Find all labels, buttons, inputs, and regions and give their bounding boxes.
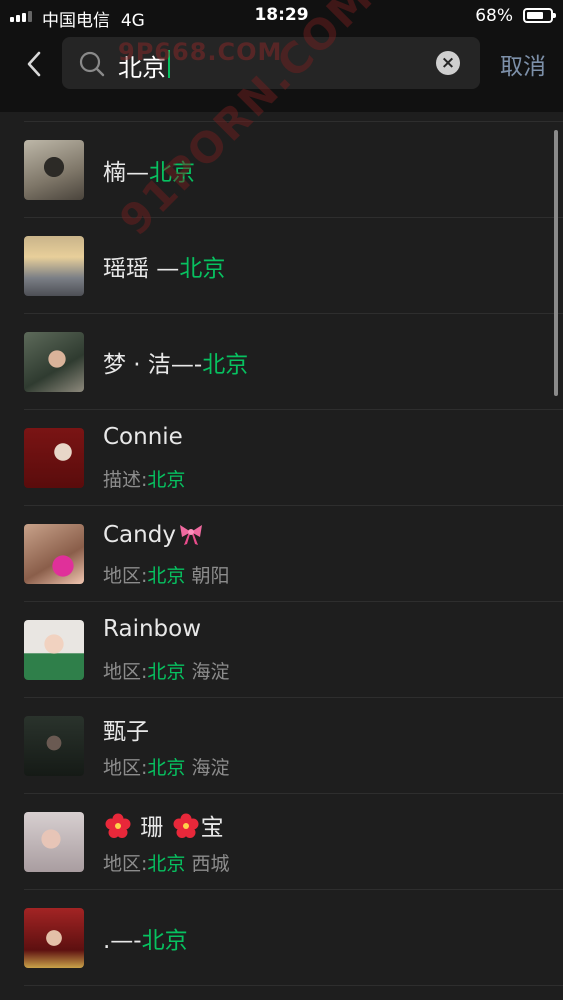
clear-icon[interactable]: × — [436, 51, 460, 75]
list-item[interactable]: Candy 地区:北京 朝阳 — [24, 506, 563, 602]
list-item[interactable]: Rainbow 地区:北京 海淀 — [24, 602, 563, 698]
list-item[interactable]: 瑶瑶 —北京 — [24, 218, 563, 314]
chevron-left-icon[interactable] — [20, 49, 50, 79]
avatar — [24, 236, 84, 296]
list-item[interactable]: 梦 · 洁—-北京 — [24, 314, 563, 410]
battery-percent: 68% — [475, 6, 513, 26]
contact-detail: 地区:北京 朝阳 — [103, 565, 230, 587]
hibiscus-emoji-icon — [105, 813, 131, 838]
avatar — [24, 812, 84, 872]
contact-detail: 地区:北京 海淀 — [103, 757, 230, 779]
search-icon — [79, 51, 105, 77]
avatar — [24, 428, 84, 488]
list-item[interactable]: 珊 宝地区:北京 西城 — [24, 794, 563, 890]
scrollbar[interactable] — [554, 130, 558, 396]
search-results-list[interactable]: 楠—北京瑶瑶 —北京梦 · 洁—-北京 Connie 描述:北京 Candy 地区:北京… — [0, 122, 563, 986]
contact-detail: 描述:北京 — [103, 469, 186, 491]
hibiscus-emoji-icon — [173, 813, 199, 838]
contact-name: .—-北京 — [103, 928, 188, 954]
contact-name: 梦 · 洁—-北京 — [103, 352, 249, 378]
list-item[interactable]: .—-北京 — [24, 890, 563, 986]
list-item[interactable]: Connie 描述:北京 — [24, 410, 563, 506]
cancel-button[interactable]: 取消 — [500, 47, 546, 81]
avatar — [24, 908, 84, 968]
avatar — [24, 332, 84, 392]
contact-name: Connie — [103, 424, 183, 450]
list-item[interactable]: 楠—北京 — [24, 122, 563, 218]
status-bar: 中国电信 4G 18:29 68% — [0, 0, 563, 32]
avatar — [24, 524, 84, 584]
contact-name: Rainbow — [103, 616, 202, 642]
ribbon-emoji-icon — [179, 525, 202, 545]
contact-detail: 地区:北京 西城 — [103, 853, 230, 875]
list-item[interactable]: 甄子地区:北京 海淀 — [24, 698, 563, 794]
avatar — [24, 620, 84, 680]
avatar — [24, 140, 84, 200]
battery-icon — [523, 8, 556, 23]
contact-name: 甄子 — [103, 719, 149, 745]
contact-name: Candy — [103, 520, 206, 548]
contact-detail: 地区:北京 海淀 — [103, 661, 230, 683]
contact-name: 珊 宝 — [103, 808, 224, 842]
avatar — [24, 716, 84, 776]
contact-name: 瑶瑶 —北京 — [103, 256, 226, 282]
